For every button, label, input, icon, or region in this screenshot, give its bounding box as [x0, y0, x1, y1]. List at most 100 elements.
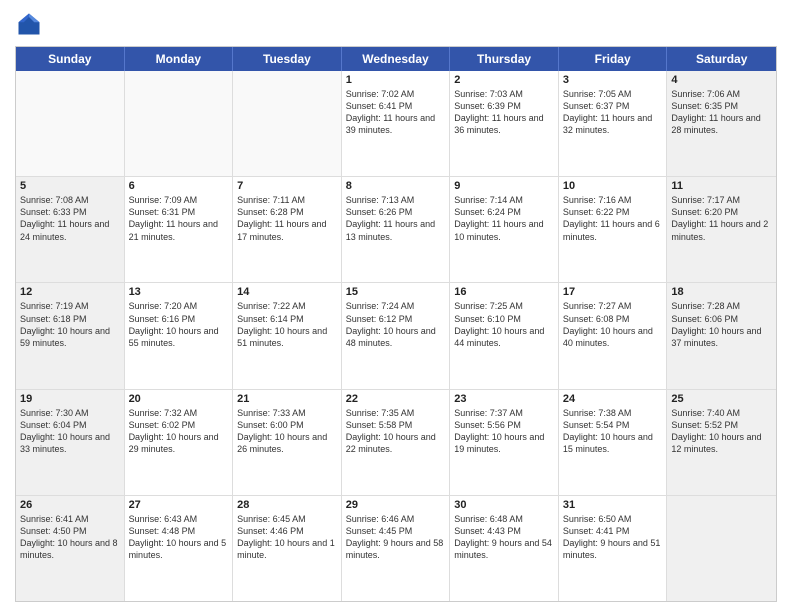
calendar-cell: 10Sunrise: 7:16 AM Sunset: 6:22 PM Dayli…: [559, 177, 668, 282]
cell-text: Sunrise: 7:05 AM Sunset: 6:37 PM Dayligh…: [563, 88, 663, 137]
day-number: 31: [563, 499, 663, 511]
calendar-cell: 25Sunrise: 7:40 AM Sunset: 5:52 PM Dayli…: [667, 390, 776, 495]
calendar-week-4: 19 Sunrise: 7:30 AM Sunset: 6:04 PM Dayli…: [16, 390, 776, 496]
calendar-cell: 2Sunrise: 7:03 AM Sunset: 6:39 PM Daylig…: [450, 71, 559, 176]
day-number: 17: [563, 286, 663, 298]
header-day-friday: Friday: [559, 47, 668, 71]
header-day-monday: Monday: [125, 47, 234, 71]
header: [15, 10, 777, 38]
calendar-week-5: 26 Sunrise: 6:41 AM Sunset: 4:50 PM Dayli…: [16, 496, 776, 601]
cell-text: Sunrise: 7:09 AM Sunset: 6:31 PM Dayligh…: [129, 194, 229, 243]
cell-text: Sunrise: 7:13 AM Sunset: 6:26 PM Dayligh…: [346, 194, 446, 243]
calendar-cell: 1 Sunrise: 7:02 AM Sunset: 6:41 PM Daylig…: [342, 71, 451, 176]
calendar-week-2: 5 Sunrise: 7:08 AM Sunset: 6:33 PM Daylig…: [16, 177, 776, 283]
day-number: 11: [671, 180, 772, 192]
day-number: 19: [20, 393, 120, 405]
cell-text: Sunrise: 7:40 AM Sunset: 5:52 PM Dayligh…: [671, 407, 772, 456]
calendar-cell: 11 Sunrise: 7:17 AM Sunset: 6:20 PM Dayli…: [667, 177, 776, 282]
calendar-cell: 5 Sunrise: 7:08 AM Sunset: 6:33 PM Daylig…: [16, 177, 125, 282]
day-number: 16: [454, 286, 554, 298]
day-number: 21: [237, 393, 337, 405]
cell-text: Sunrise: 7:37 AM Sunset: 5:56 PM Dayligh…: [454, 407, 554, 456]
cell-text: Sunrise: 7:35 AM Sunset: 5:58 PM Dayligh…: [346, 407, 446, 456]
cell-text: Sunrise: 7:19 AM Sunset: 6:18 PM Dayligh…: [20, 300, 120, 349]
cell-text: Sunrise: 7:25 AM Sunset: 6:10 PM Dayligh…: [454, 300, 554, 349]
logo-icon: [15, 10, 43, 38]
calendar-cell: 18 Sunrise: 7:28 AM Sunset: 6:06 PM Dayli…: [667, 283, 776, 388]
calendar-cell: 22Sunrise: 7:35 AM Sunset: 5:58 PM Dayli…: [342, 390, 451, 495]
day-number: 12: [20, 286, 120, 298]
cell-text: Sunrise: 7:27 AM Sunset: 6:08 PM Dayligh…: [563, 300, 663, 349]
cell-text: Sunrise: 7:32 AM Sunset: 6:02 PM Dayligh…: [129, 407, 229, 456]
day-number: 7: [237, 180, 337, 192]
day-number: 9: [454, 180, 554, 192]
day-number: 23: [454, 393, 554, 405]
calendar-week-1: 1 Sunrise: 7:02 AM Sunset: 6:41 PM Daylig…: [16, 71, 776, 177]
calendar-cell: 26 Sunrise: 6:41 AM Sunset: 4:50 PM Dayli…: [16, 496, 125, 601]
cell-text: Sunrise: 7:30 AM Sunset: 6:04 PM Dayligh…: [20, 407, 120, 456]
day-number: 27: [129, 499, 229, 511]
calendar-cell: 8 Sunrise: 7:13 AM Sunset: 6:26 PM Daylig…: [342, 177, 451, 282]
day-number: 4: [671, 74, 772, 86]
calendar-cell: 27Sunrise: 6:43 AM Sunset: 4:48 PM Dayli…: [125, 496, 234, 601]
day-number: 3: [563, 74, 663, 86]
calendar-cell: 21 Sunrise: 7:33 AM Sunset: 6:00 PM Dayli…: [233, 390, 342, 495]
page: SundayMondayTuesdayWednesdayThursdayFrid…: [0, 0, 792, 612]
cell-text: Sunrise: 7:33 AM Sunset: 6:00 PM Dayligh…: [237, 407, 337, 456]
calendar-cell: [16, 71, 125, 176]
cell-text: Sunrise: 7:17 AM Sunset: 6:20 PM Dayligh…: [671, 194, 772, 243]
calendar-cell: 29 Sunrise: 6:46 AM Sunset: 4:45 PM Dayli…: [342, 496, 451, 601]
calendar-cell: 17 Sunrise: 7:27 AM Sunset: 6:08 PM Dayli…: [559, 283, 668, 388]
header-day-saturday: Saturday: [667, 47, 776, 71]
cell-text: Sunrise: 6:45 AM Sunset: 4:46 PM Dayligh…: [237, 513, 337, 562]
day-number: 14: [237, 286, 337, 298]
cell-text: Sunrise: 6:48 AM Sunset: 4:43 PM Dayligh…: [454, 513, 554, 562]
cell-text: Sunrise: 7:02 AM Sunset: 6:41 PM Dayligh…: [346, 88, 446, 137]
calendar-cell: 28 Sunrise: 6:45 AM Sunset: 4:46 PM Dayli…: [233, 496, 342, 601]
calendar-cell: 30 Sunrise: 6:48 AM Sunset: 4:43 PM Dayli…: [450, 496, 559, 601]
day-number: 10: [563, 180, 663, 192]
calendar-cell: [667, 496, 776, 601]
cell-text: Sunrise: 6:41 AM Sunset: 4:50 PM Dayligh…: [20, 513, 120, 562]
calendar-cell: 4 Sunrise: 7:06 AM Sunset: 6:35 PM Daylig…: [667, 71, 776, 176]
calendar-cell: 9 Sunrise: 7:14 AM Sunset: 6:24 PM Daylig…: [450, 177, 559, 282]
calendar-cell: 7 Sunrise: 7:11 AM Sunset: 6:28 PM Daylig…: [233, 177, 342, 282]
header-day-sunday: Sunday: [16, 47, 125, 71]
day-number: 28: [237, 499, 337, 511]
day-number: 24: [563, 393, 663, 405]
cell-text: Sunrise: 7:11 AM Sunset: 6:28 PM Dayligh…: [237, 194, 337, 243]
day-number: 20: [129, 393, 229, 405]
calendar-cell: 15Sunrise: 7:24 AM Sunset: 6:12 PM Dayli…: [342, 283, 451, 388]
calendar-cell: 23 Sunrise: 7:37 AM Sunset: 5:56 PM Dayli…: [450, 390, 559, 495]
calendar: SundayMondayTuesdayWednesdayThursdayFrid…: [15, 46, 777, 602]
header-day-wednesday: Wednesday: [342, 47, 451, 71]
day-number: 26: [20, 499, 120, 511]
logo: [15, 10, 47, 38]
calendar-cell: 6Sunrise: 7:09 AM Sunset: 6:31 PM Daylig…: [125, 177, 234, 282]
cell-text: Sunrise: 7:20 AM Sunset: 6:16 PM Dayligh…: [129, 300, 229, 349]
day-number: 15: [346, 286, 446, 298]
calendar-cell: 31Sunrise: 6:50 AM Sunset: 4:41 PM Dayli…: [559, 496, 668, 601]
day-number: 30: [454, 499, 554, 511]
cell-text: Sunrise: 7:22 AM Sunset: 6:14 PM Dayligh…: [237, 300, 337, 349]
calendar-cell: 19 Sunrise: 7:30 AM Sunset: 6:04 PM Dayli…: [16, 390, 125, 495]
day-number: 5: [20, 180, 120, 192]
cell-text: Sunrise: 7:06 AM Sunset: 6:35 PM Dayligh…: [671, 88, 772, 137]
cell-text: Sunrise: 6:46 AM Sunset: 4:45 PM Dayligh…: [346, 513, 446, 562]
day-number: 18: [671, 286, 772, 298]
calendar-cell: 13 Sunrise: 7:20 AM Sunset: 6:16 PM Dayli…: [125, 283, 234, 388]
calendar-cell: 24Sunrise: 7:38 AM Sunset: 5:54 PM Dayli…: [559, 390, 668, 495]
calendar-cell: [125, 71, 234, 176]
day-number: 13: [129, 286, 229, 298]
day-number: 29: [346, 499, 446, 511]
cell-text: Sunrise: 7:08 AM Sunset: 6:33 PM Dayligh…: [20, 194, 120, 243]
calendar-cell: 14 Sunrise: 7:22 AM Sunset: 6:14 PM Dayli…: [233, 283, 342, 388]
cell-text: Sunrise: 7:28 AM Sunset: 6:06 PM Dayligh…: [671, 300, 772, 349]
calendar-week-3: 12 Sunrise: 7:19 AM Sunset: 6:18 PM Dayli…: [16, 283, 776, 389]
day-number: 2: [454, 74, 554, 86]
cell-text: Sunrise: 7:14 AM Sunset: 6:24 PM Dayligh…: [454, 194, 554, 243]
calendar-cell: 3 Sunrise: 7:05 AM Sunset: 6:37 PM Daylig…: [559, 71, 668, 176]
day-number: 8: [346, 180, 446, 192]
header-day-tuesday: Tuesday: [233, 47, 342, 71]
day-number: 1: [346, 74, 446, 86]
